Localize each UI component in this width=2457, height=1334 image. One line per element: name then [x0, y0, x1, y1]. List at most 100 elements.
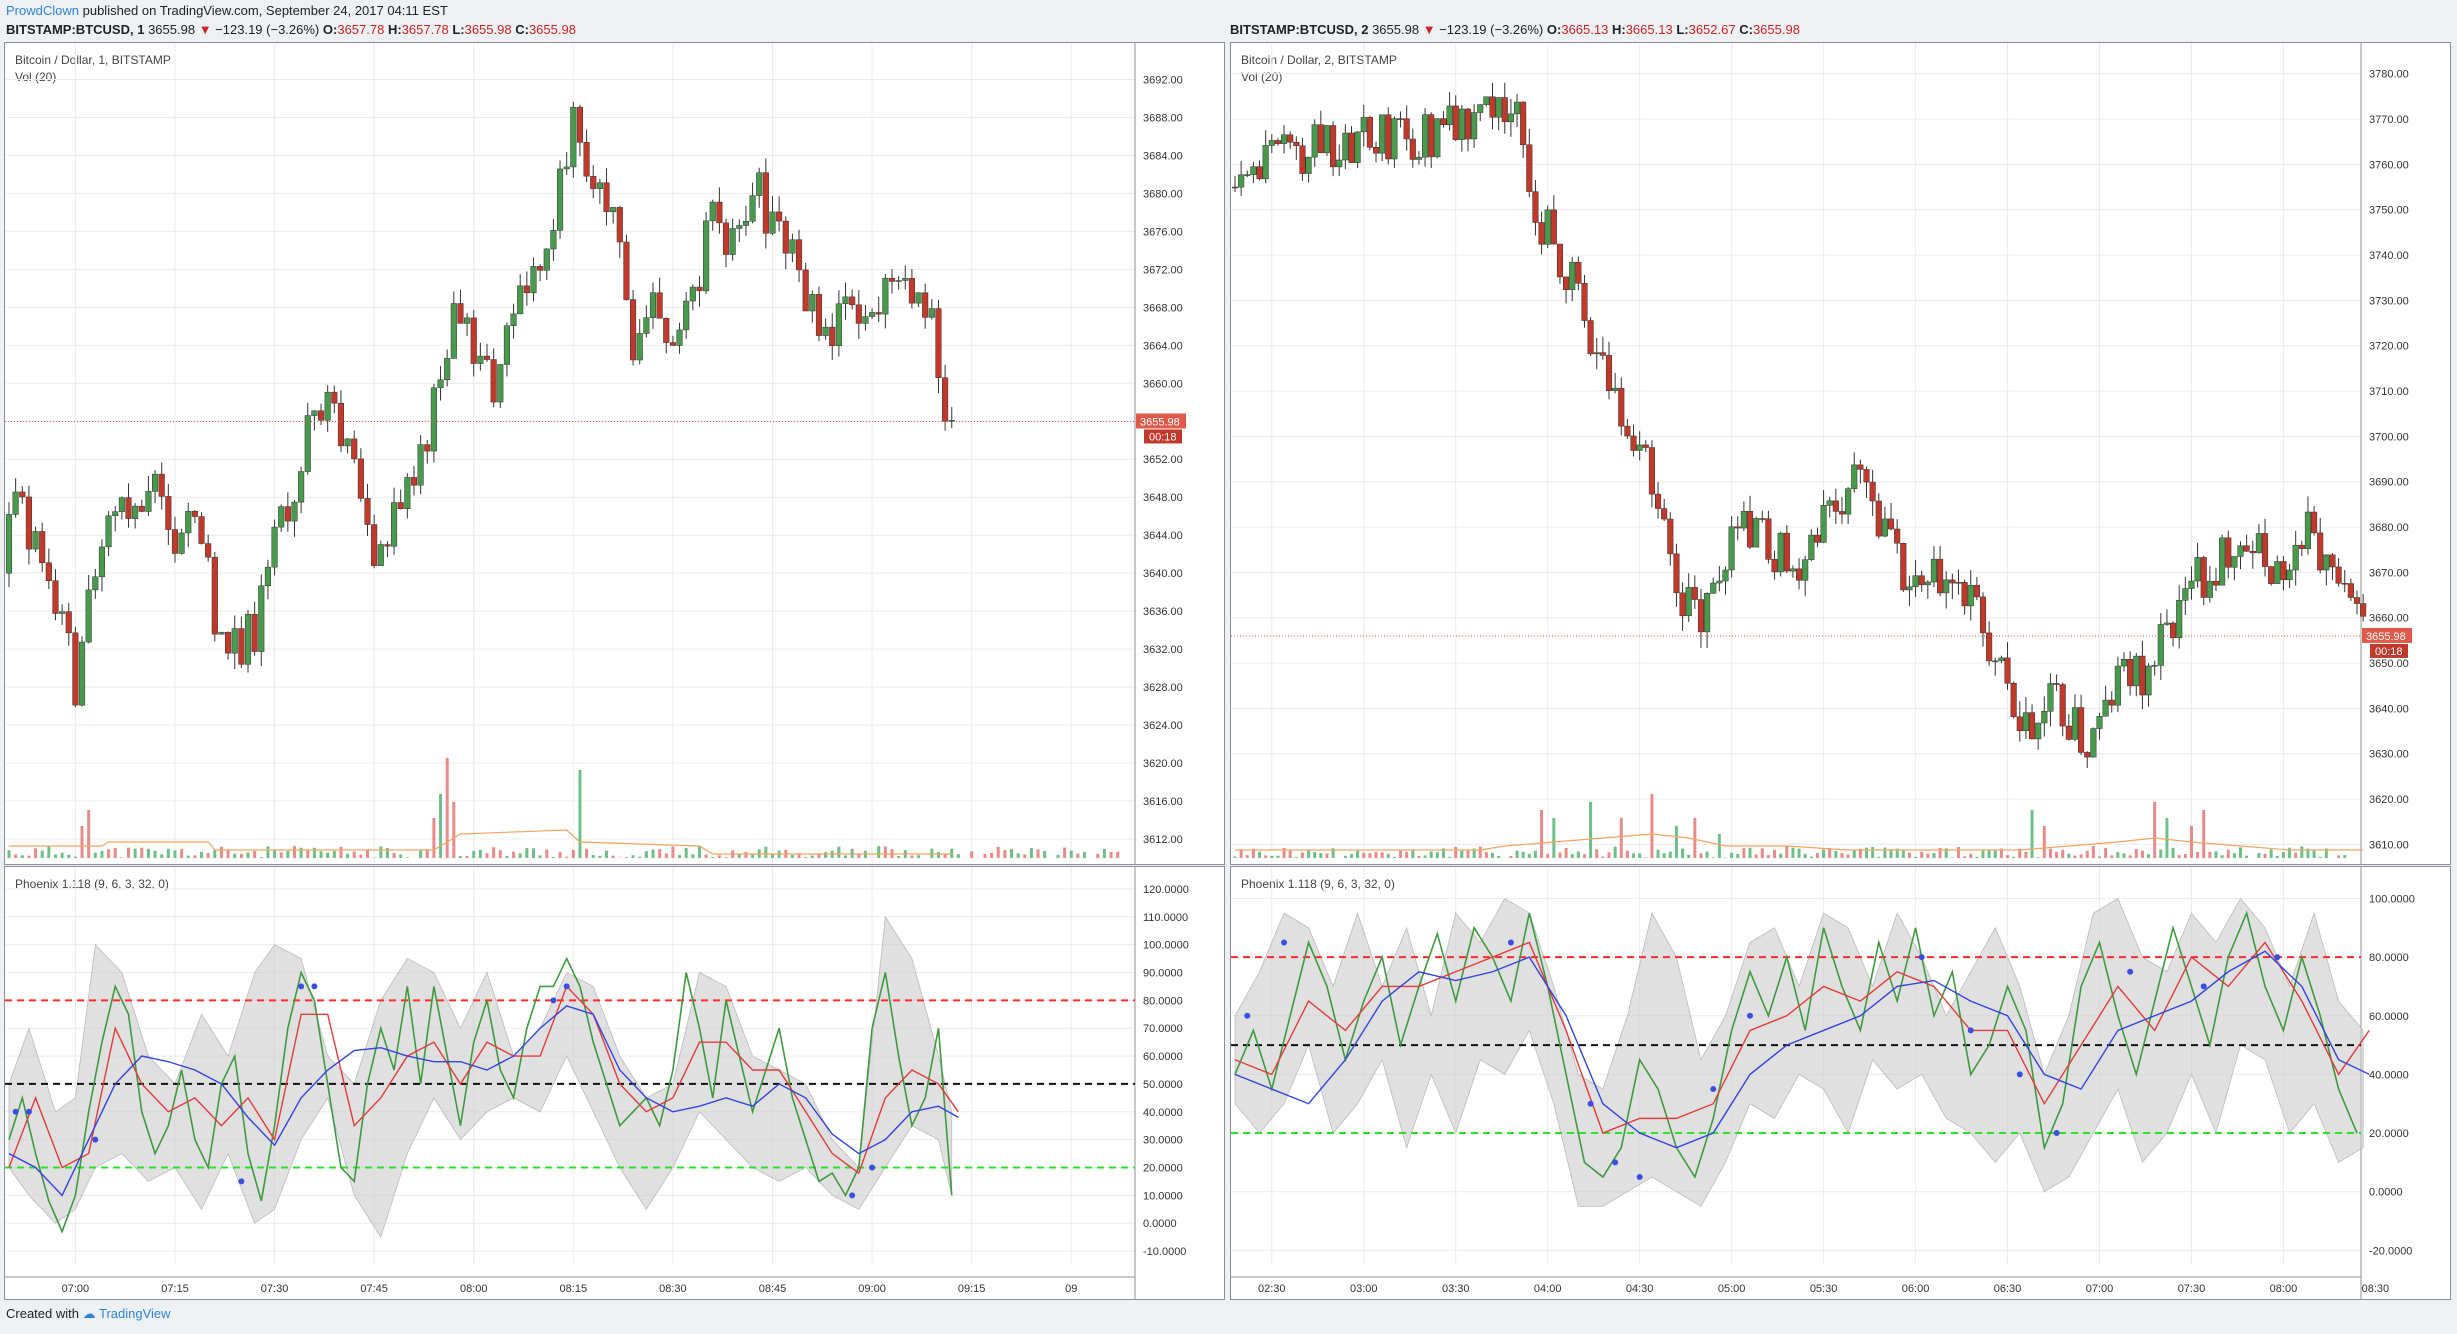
candle-up: [1716, 580, 1723, 584]
candle-down: [630, 299, 637, 361]
volume-bar: [399, 854, 403, 858]
candle-up: [1955, 582, 1962, 584]
volume-bar: [2171, 847, 2175, 858]
candle-up: [291, 501, 298, 522]
candle-up: [596, 182, 603, 189]
volume-bar: [1570, 854, 1574, 858]
candle-up: [915, 292, 922, 304]
candle-up: [742, 220, 749, 226]
candle-up: [377, 544, 384, 566]
author-link[interactable]: ProwdClown: [6, 3, 79, 18]
volume-bar: [1932, 853, 1936, 858]
candle-up: [2286, 569, 2293, 581]
candle-up: [132, 505, 139, 519]
candle-down: [1520, 101, 1527, 146]
volume-bar: [2232, 853, 2236, 858]
left-indicator-chart[interactable]: -10.0000 0.0000 10.0000 20.0000 30.0000 40.00…: [5, 867, 1224, 1299]
volume-bar: [1319, 853, 1323, 858]
volume-bar: [1711, 857, 1715, 858]
candle-up: [1544, 209, 1551, 245]
signal-dot: [2274, 954, 2281, 961]
candle-down: [1256, 166, 1263, 180]
candle-down: [623, 241, 630, 300]
candle-down: [1783, 532, 1790, 572]
volume-bar: [2097, 856, 2101, 858]
x-tick-label: 03:30: [1442, 1283, 1470, 1295]
volume-bar: [1625, 850, 1629, 858]
left-price-chart[interactable]: 3612.00 3616.00 3620.00 3624.00 3628.00 3632.…: [5, 43, 1224, 864]
candle-down: [722, 222, 730, 255]
left-price-panel[interactable]: Bitcoin / Dollar, 1, BITSTAMP Vol (20) 3…: [4, 42, 1225, 865]
volume-bar: [1723, 857, 1727, 858]
x-tick-label: 08:45: [759, 1283, 787, 1295]
volume-bar: [127, 847, 131, 858]
right-indicator-panel[interactable]: Phoenix 1.118 (9, 6, 3, 32, 0) -20.0000 0…: [1230, 866, 2451, 1300]
candle-up: [1336, 159, 1343, 168]
tradingview-link[interactable]: TradingView: [99, 1306, 171, 1321]
candle-down: [935, 308, 942, 378]
candle-down: [238, 628, 245, 665]
candle-up: [1845, 488, 1852, 515]
candle-down: [1673, 553, 1680, 594]
volume-bar: [558, 852, 562, 858]
candle-up: [1992, 660, 1999, 663]
candle-down: [2127, 659, 2134, 687]
volume-bar: [691, 854, 695, 858]
signal-dot: [311, 983, 318, 990]
right-price-chart[interactable]: 3610.00 3620.00 3630.00 3640.00 3650.00 3660.…: [1231, 43, 2450, 864]
y-tick-label: 30.0000: [1143, 1135, 1183, 1147]
volume-bar: [505, 855, 509, 858]
candle-up: [649, 292, 657, 318]
candle-up: [882, 277, 889, 315]
signal-dot: [238, 1178, 245, 1185]
y-tick-label: 0.0000: [1143, 1218, 1177, 1230]
left-indicator-panel[interactable]: Phoenix 1.118 (9, 6, 3, 32, 0) -10.0000 0…: [4, 866, 1225, 1300]
volume-bar: [844, 855, 848, 858]
candle-up: [1495, 97, 1502, 118]
last-price: 3655.98: [148, 22, 196, 37]
y-tick-label: 3692.00: [1143, 74, 1183, 86]
volume-bar: [1307, 850, 1311, 858]
candle-up: [1434, 118, 1441, 158]
candle-down: [875, 312, 882, 315]
candle-down: [19, 491, 26, 498]
volume-bar: [120, 857, 124, 858]
y-tick-label: 0.0000: [2369, 1187, 2403, 1199]
volume-bar: [1083, 852, 1087, 858]
candle-up: [1593, 352, 1600, 355]
y-tick-label: 3760.00: [2369, 159, 2409, 171]
right-indicator-chart[interactable]: -20.0000 0.0000 20.0000 40.0000 60.0000 80.00…: [1231, 867, 2450, 1299]
right-price-panel[interactable]: Bitcoin / Dollar, 2, BITSTAMP Vol (20) 3…: [1230, 42, 2451, 865]
candle-up: [278, 506, 285, 528]
candle-down: [457, 303, 464, 324]
x-tick-label: 08:30: [2362, 1283, 2390, 1295]
candle-up: [2090, 728, 2097, 758]
signal-dot: [1918, 954, 1925, 961]
volume-bar: [956, 854, 960, 858]
volume-bar: [2116, 851, 2120, 858]
volume-bar: [1748, 847, 1752, 858]
volume-bar: [485, 853, 489, 858]
volume-bar: [1288, 849, 1292, 858]
candle-up: [2157, 624, 2164, 666]
signal-dot: [1967, 1027, 1974, 1034]
candle-up: [1280, 134, 1288, 144]
y-tick-label: 3750.00: [2369, 205, 2409, 217]
volume-bar: [1009, 849, 1013, 858]
volume-bar: [60, 852, 64, 858]
y-tick-label: 3624.00: [1143, 720, 1183, 732]
candle-down: [331, 391, 338, 404]
volume-bar: [1901, 850, 1905, 858]
volume-bar: [2073, 855, 2077, 858]
candle-down: [1973, 584, 1980, 598]
volume-bar: [525, 848, 529, 858]
volume-bar: [638, 856, 642, 858]
volume-bar: [571, 849, 575, 858]
volume-bar: [2128, 855, 2132, 858]
volume-bar: [2159, 849, 2163, 858]
volume-bar: [2024, 851, 2028, 858]
volume-bar: [1454, 846, 1458, 858]
tradingview-logo-icon: ☁: [82, 1306, 96, 1321]
volume-bar: [624, 856, 628, 858]
x-tick-label: 09:15: [958, 1283, 986, 1295]
